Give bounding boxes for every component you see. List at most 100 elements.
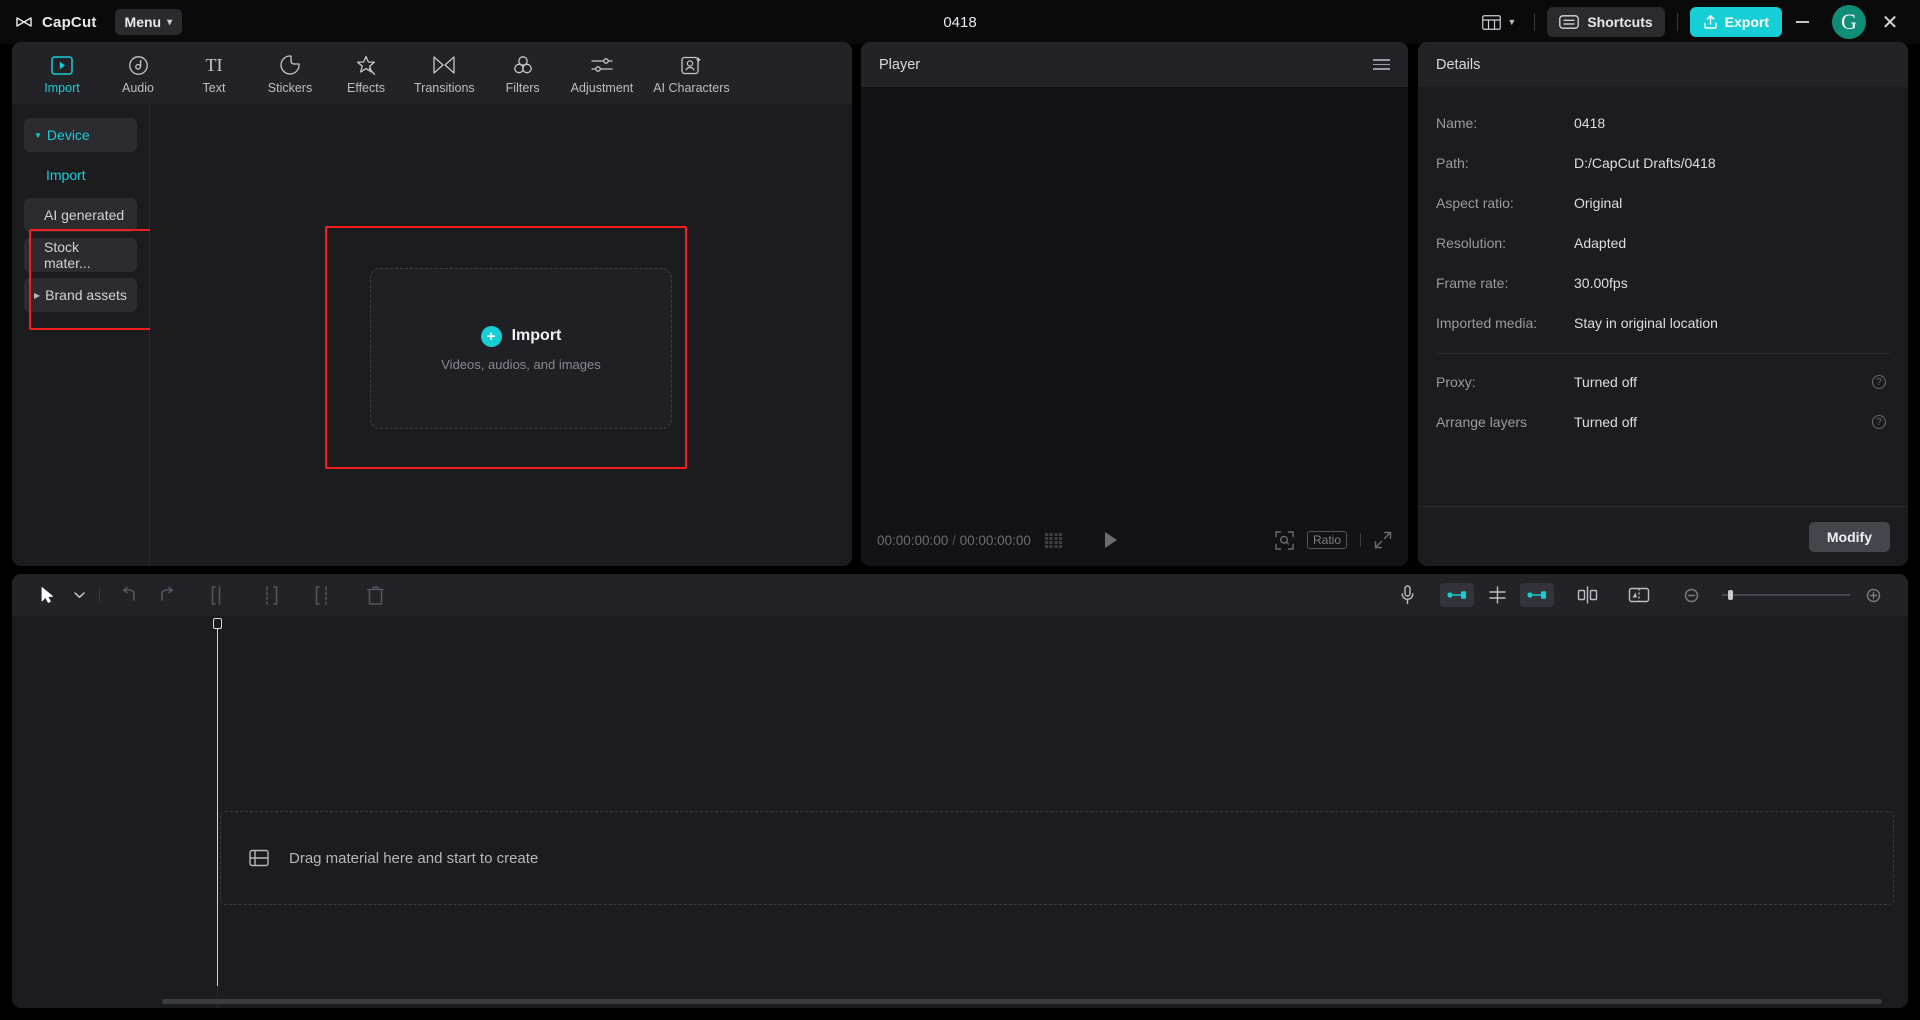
tab-label: Audio <box>122 81 154 95</box>
tab-text[interactable]: TI Text <box>178 48 250 102</box>
keyframe-icon[interactable] <box>1520 583 1554 607</box>
close-icon: ✕ <box>1881 11 1899 34</box>
details-row-path: Path: D:/CapCut Drafts/0418 <box>1436 143 1890 183</box>
player-right-controls: Ratio <box>1275 530 1392 550</box>
tab-filters[interactable]: Filters <box>487 48 559 102</box>
sidebar-item-brand-assets[interactable]: ▶ Brand assets <box>24 278 137 312</box>
close-button[interactable]: ✕ <box>1870 0 1910 44</box>
media-sidebar: ▼ Device Import AI generated Stock mater… <box>12 104 155 566</box>
delete-trash-icon[interactable] <box>356 580 394 610</box>
details-key: Aspect ratio: <box>1436 195 1514 211</box>
capcut-logo-icon <box>14 12 34 32</box>
help-icon[interactable]: ? <box>1872 375 1886 389</box>
playhead-handle[interactable] <box>213 618 222 629</box>
details-row-proxy: Proxy: Turned off ? <box>1436 362 1890 402</box>
speed-ramp-icon[interactable] <box>1440 583 1474 607</box>
sidebar-item-device[interactable]: ▼ Device <box>24 118 137 152</box>
undo-icon[interactable] <box>110 580 148 610</box>
hamburger-icon[interactable] <box>1373 59 1390 70</box>
details-key: Arrange layers <box>1436 414 1528 430</box>
tab-import[interactable]: Import <box>26 48 98 102</box>
details-key: Resolution: <box>1436 235 1507 251</box>
mix-icon[interactable] <box>1478 580 1516 610</box>
help-icon[interactable]: ? <box>1872 415 1886 429</box>
tab-stickers[interactable]: Stickers <box>254 48 326 102</box>
details-value: Adapted <box>1574 235 1627 251</box>
split-vertical-icon[interactable] <box>1568 580 1606 610</box>
export-label: Export <box>1724 14 1769 30</box>
tab-label: AI Characters <box>653 81 730 95</box>
sidebar-item-ai-generated[interactable]: AI generated <box>24 198 137 232</box>
tab-transitions[interactable]: Transitions <box>406 48 483 102</box>
ratio-button[interactable]: Ratio <box>1306 531 1347 549</box>
keyboard-icon <box>1559 15 1580 29</box>
playhead[interactable] <box>213 618 222 986</box>
details-value: Turned off <box>1574 414 1638 430</box>
frames-icon[interactable] <box>1044 532 1063 548</box>
timeline-canvas[interactable]: Drag material here and start to create <box>12 616 1908 1008</box>
menu-button[interactable]: Menu ▾ <box>114 9 183 35</box>
play-icon[interactable] <box>1103 531 1119 549</box>
sidebar-item-import[interactable]: Import <box>24 158 137 192</box>
time-separator: / <box>952 532 956 548</box>
details-body: Name: 0418 Path: D:/CapCut Drafts/0418 A… <box>1418 87 1908 506</box>
zoom-in-icon[interactable] <box>1854 580 1892 610</box>
details-key: Frame rate: <box>1436 275 1509 291</box>
tab-audio[interactable]: Audio <box>102 48 174 102</box>
details-value: Stay in original location <box>1574 315 1718 331</box>
select-tool[interactable] <box>28 580 89 610</box>
details-row-imported-media: Imported media: Stay in original locatio… <box>1436 303 1890 343</box>
total-time: 00:00:00:00 <box>959 532 1031 548</box>
plus-circle-icon: + <box>480 325 502 347</box>
import-dropzone[interactable]: + Import Videos, audios, and images <box>370 268 672 429</box>
zoom-out-icon[interactable] <box>1672 580 1710 610</box>
mirror-icon[interactable] <box>1620 580 1658 610</box>
sidebar-item-label: Brand assets <box>45 287 127 303</box>
timeline-right-tools <box>1388 580 1892 610</box>
transitions-bowtie-icon <box>432 53 456 77</box>
dropzone-title: Import <box>511 327 562 344</box>
avatar-letter: G <box>1841 9 1857 34</box>
player-stage[interactable] <box>861 87 1408 514</box>
microphone-icon[interactable] <box>1388 580 1426 610</box>
tab-ai-characters[interactable]: AI Characters <box>645 48 737 102</box>
tab-adjustment[interactable]: Adjustment <box>563 48 642 102</box>
timeline-drop-target[interactable]: Drag material here and start to create <box>220 811 1894 905</box>
modify-button[interactable]: Modify <box>1808 521 1890 552</box>
tab-effects[interactable]: Effects <box>330 48 402 102</box>
trim-left-icon[interactable] <box>252 580 290 610</box>
player-controls: 00:00:00:00 / 00:00:00:00 Ratio <box>861 514 1408 566</box>
timecode: 00:00:00:00 / 00:00:00:00 <box>877 533 1031 548</box>
zoom-slider[interactable] <box>1722 590 1850 600</box>
tab-label: Effects <box>347 81 385 95</box>
layout-button[interactable]: ▼ <box>1476 11 1522 34</box>
tab-label: Text <box>202 81 226 95</box>
minimize-button[interactable] <box>1782 0 1822 44</box>
magnifier-frame-icon[interactable] <box>1275 530 1294 550</box>
redo-icon[interactable] <box>148 580 186 610</box>
chevron-down-icon: ▼ <box>1507 17 1517 27</box>
details-value: 30.00fps <box>1574 275 1628 291</box>
fullscreen-icon[interactable] <box>1374 531 1392 549</box>
adjustment-sliders-icon <box>590 53 614 77</box>
avatar[interactable]: G <box>1832 5 1866 39</box>
divider <box>1534 13 1536 31</box>
effects-star-icon <box>355 53 377 77</box>
details-value: Original <box>1574 195 1623 211</box>
sidebar-item-label: Device <box>46 127 90 143</box>
divider <box>99 587 100 603</box>
shortcuts-button[interactable]: Shortcuts <box>1547 7 1665 37</box>
brand-name: CapCut <box>42 13 97 31</box>
export-button[interactable]: Export <box>1689 7 1782 37</box>
zoom-slider-track[interactable] <box>1722 590 1850 600</box>
title-bar: CapCut Menu ▾ 0418 ▼ Shortcuts Export G … <box>0 0 1920 44</box>
timeline-horizontal-scrollbar[interactable] <box>162 999 1882 1004</box>
minimize-icon <box>1795 21 1809 23</box>
sidebar-item-stock-materials[interactable]: Stock mater... <box>24 238 137 272</box>
split-icon[interactable] <box>200 580 238 610</box>
trim-right-icon[interactable] <box>304 580 342 610</box>
details-panel: Details Name: 0418 Path: D:/CapCut Draft… <box>1418 42 1908 566</box>
zoom-slider-knob[interactable] <box>1728 590 1733 600</box>
timeline-placeholder-text: Drag material here and start to create <box>289 849 539 867</box>
sidebar-item-label: AI generated <box>44 207 125 223</box>
